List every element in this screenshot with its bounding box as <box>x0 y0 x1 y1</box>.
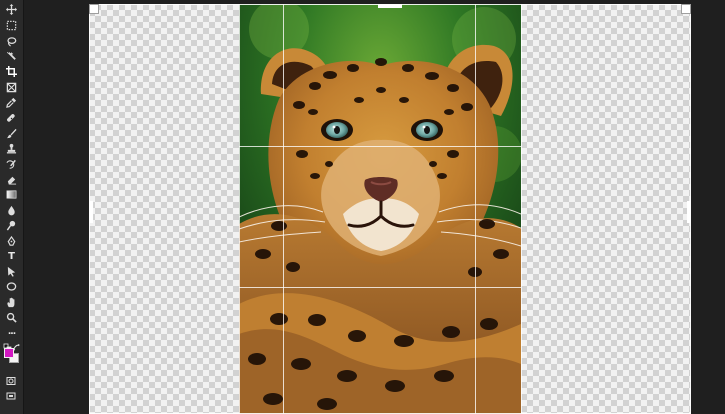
brush-icon <box>6 128 17 139</box>
crop-tool[interactable] <box>3 65 20 78</box>
marquee-tool[interactable] <box>3 19 20 32</box>
drop-icon <box>8 205 15 216</box>
crop-handle-top-left[interactable] <box>89 4 99 14</box>
marquee-icon <box>6 20 17 31</box>
crop-bounding-box[interactable] <box>89 4 691 414</box>
zoom-tool[interactable] <box>3 311 20 324</box>
eyedropper-tool[interactable] <box>3 96 20 109</box>
screen-mode-icon[interactable] <box>6 386 16 400</box>
gradient-icon <box>6 190 17 199</box>
healing-brush-icon <box>7 114 15 122</box>
pen-tool[interactable] <box>3 235 20 248</box>
type-icon: T <box>8 250 15 262</box>
magic-wand-tool[interactable] <box>3 50 20 63</box>
crop-handle-top-center[interactable] <box>378 4 402 8</box>
ellipse-icon <box>6 282 17 291</box>
ellipsis-icon: ... <box>7 327 16 337</box>
document-canvas[interactable] <box>89 4 691 414</box>
tools-panel: T ... <box>0 0 24 414</box>
quick-mask-icon[interactable] <box>6 371 16 385</box>
arrow-icon <box>7 266 16 277</box>
pen-icon <box>7 235 16 246</box>
stamp-icon <box>6 143 17 154</box>
history-brush-tool[interactable] <box>3 158 20 171</box>
image-editor-window: T ... <box>0 0 725 414</box>
eraser-icon <box>7 176 17 185</box>
type-tool[interactable]: T <box>3 250 20 263</box>
path-selection-tool[interactable] <box>3 265 20 278</box>
shape-tool[interactable] <box>3 280 20 293</box>
eyedropper-icon <box>6 97 17 108</box>
hand-tool[interactable] <box>3 296 20 309</box>
frame-icon <box>6 82 17 93</box>
dodge-tool[interactable] <box>3 219 20 232</box>
color-swatches[interactable] <box>3 347 21 367</box>
move-tool[interactable] <box>3 3 20 16</box>
gradient-tool[interactable] <box>3 188 20 201</box>
blur-tool[interactable] <box>3 204 20 217</box>
crop-handle-right-center[interactable] <box>687 201 691 223</box>
crop-handle-top-right[interactable] <box>681 4 691 14</box>
brush-tool[interactable] <box>3 127 20 140</box>
lasso-icon <box>7 37 17 47</box>
move-icon <box>6 4 17 15</box>
lasso-tool[interactable] <box>3 35 20 48</box>
zoom-icon <box>6 312 17 323</box>
crop-icon <box>6 66 17 77</box>
healing-brush-tool[interactable] <box>3 112 20 125</box>
foreground-color-swatch[interactable] <box>4 348 14 358</box>
canvas-area[interactable] <box>24 0 725 414</box>
frame-tool[interactable] <box>3 81 20 94</box>
hand-icon <box>7 297 15 308</box>
dodge-icon <box>6 220 16 231</box>
eraser-tool[interactable] <box>3 173 20 186</box>
history-brush-icon <box>6 159 16 169</box>
magic-wand-icon <box>6 51 16 60</box>
clone-stamp-tool[interactable] <box>3 142 20 155</box>
crop-handle-left-center[interactable] <box>89 201 93 223</box>
